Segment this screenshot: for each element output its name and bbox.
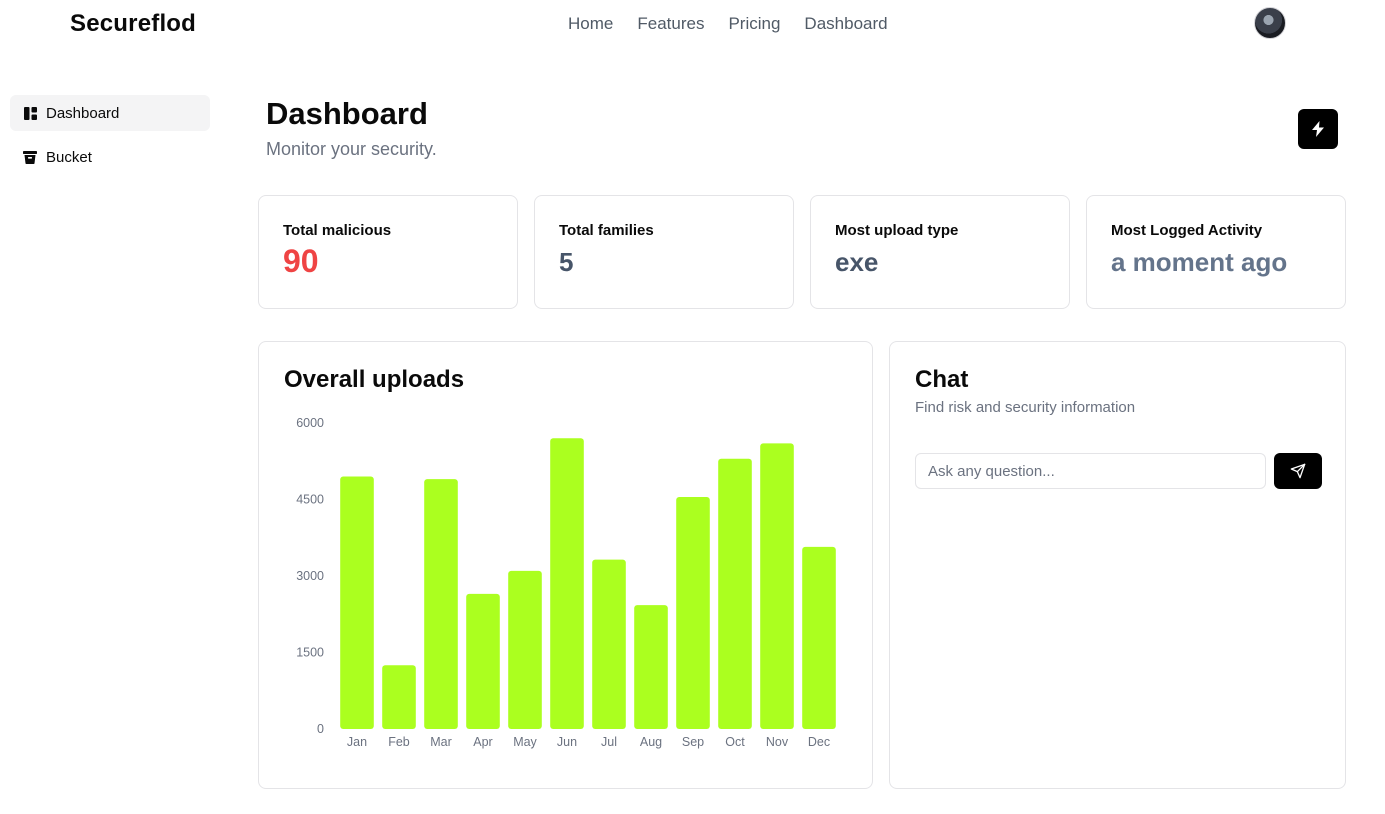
x-tick-label: Jan <box>347 735 367 749</box>
stat-label: Most Logged Activity <box>1111 222 1263 239</box>
chat-question-input[interactable] <box>915 453 1266 489</box>
x-tick-label: Aug <box>640 735 662 749</box>
stat-label: Total malicious <box>283 222 392 239</box>
stat-value: 5 <box>559 247 574 277</box>
layout-dashboard-icon <box>22 105 38 121</box>
bar-nov[interactable] <box>760 443 794 729</box>
x-tick-label: Dec <box>808 735 830 749</box>
stat-card-total-families: Total families 5 <box>534 195 794 309</box>
bar-feb[interactable] <box>382 665 416 729</box>
x-tick-label: Sep <box>682 735 704 749</box>
bar-may[interactable] <box>508 570 542 729</box>
stat-label: Most upload type <box>835 222 959 239</box>
bar-jul[interactable] <box>592 559 626 729</box>
lightning-icon <box>1311 121 1325 137</box>
overall-uploads-card: Overall uploads 0 1500 3000 4500 6000 Jan Feb M… <box>258 341 873 789</box>
bar-dec[interactable] <box>802 546 836 729</box>
bar-apr[interactable] <box>466 593 500 729</box>
brand-logo[interactable]: Secureflod <box>70 10 196 38</box>
chat-title: Chat <box>915 366 969 393</box>
x-tick-label: Feb <box>388 735 410 749</box>
y-tick-label: 0 <box>317 722 324 736</box>
page-subtitle: Monitor your security. <box>266 139 437 159</box>
x-tick-label: Nov <box>766 735 789 749</box>
sidebar-item-label: Dashboard <box>46 104 120 122</box>
top-navbar: Secureflod Home Features Pricing Dashboa… <box>0 0 1385 46</box>
nav-link-home[interactable]: Home <box>568 14 613 34</box>
y-tick-label: 1500 <box>296 646 324 660</box>
x-tick-label: Jun <box>557 735 577 749</box>
send-button[interactable] <box>1274 453 1322 489</box>
bar-jun[interactable] <box>550 438 584 729</box>
x-tick-label: May <box>513 735 537 749</box>
y-tick-label: 4500 <box>296 493 324 507</box>
quick-action-button[interactable] <box>1298 109 1338 149</box>
stat-value: a moment ago <box>1111 247 1288 277</box>
sidebar: Dashboard Bucket <box>10 95 210 183</box>
bar-sep[interactable] <box>676 496 710 729</box>
x-tick-label: Apr <box>473 735 492 749</box>
nav-links: Home Features Pricing Dashboard <box>568 14 888 34</box>
sidebar-item-label: Bucket <box>46 148 92 166</box>
nav-link-dashboard[interactable]: Dashboard <box>804 14 887 34</box>
user-avatar[interactable] <box>1254 7 1286 39</box>
stat-card-most-logged-activity: Most Logged Activity a moment ago <box>1086 195 1346 309</box>
y-tick-label: 3000 <box>296 569 324 583</box>
x-tick-label: Oct <box>725 735 745 749</box>
sidebar-item-bucket[interactable]: Bucket <box>10 139 210 175</box>
page-title: Dashboard <box>266 96 428 131</box>
bucket-icon <box>22 149 38 165</box>
y-tick-label: 6000 <box>296 416 324 430</box>
x-tick-label: Mar <box>430 735 452 749</box>
x-tick-label: Jul <box>601 735 617 749</box>
uploads-bar-chart: 0 1500 3000 4500 6000 Jan Feb Mar Apr May Jun Jul Au… <box>296 416 836 749</box>
sidebar-item-dashboard[interactable]: Dashboard <box>10 95 210 131</box>
stat-label: Total families <box>559 222 654 239</box>
chat-subtitle: Find risk and security information <box>915 399 1136 416</box>
stat-value: 90 <box>283 243 319 279</box>
bar-jan[interactable] <box>340 476 374 729</box>
chat-card: Chat Find risk and security information <box>889 341 1346 789</box>
bar-mar[interactable] <box>424 479 458 729</box>
bar-aug[interactable] <box>634 605 668 729</box>
nav-link-pricing[interactable]: Pricing <box>728 14 780 34</box>
stat-card-total-malicious: Total malicious 90 <box>258 195 518 309</box>
stat-value: exe <box>835 247 879 277</box>
bar-oct[interactable] <box>718 458 752 729</box>
stat-card-most-upload-type: Most upload type exe <box>810 195 1070 309</box>
nav-link-features[interactable]: Features <box>637 14 704 34</box>
send-icon <box>1290 463 1306 479</box>
